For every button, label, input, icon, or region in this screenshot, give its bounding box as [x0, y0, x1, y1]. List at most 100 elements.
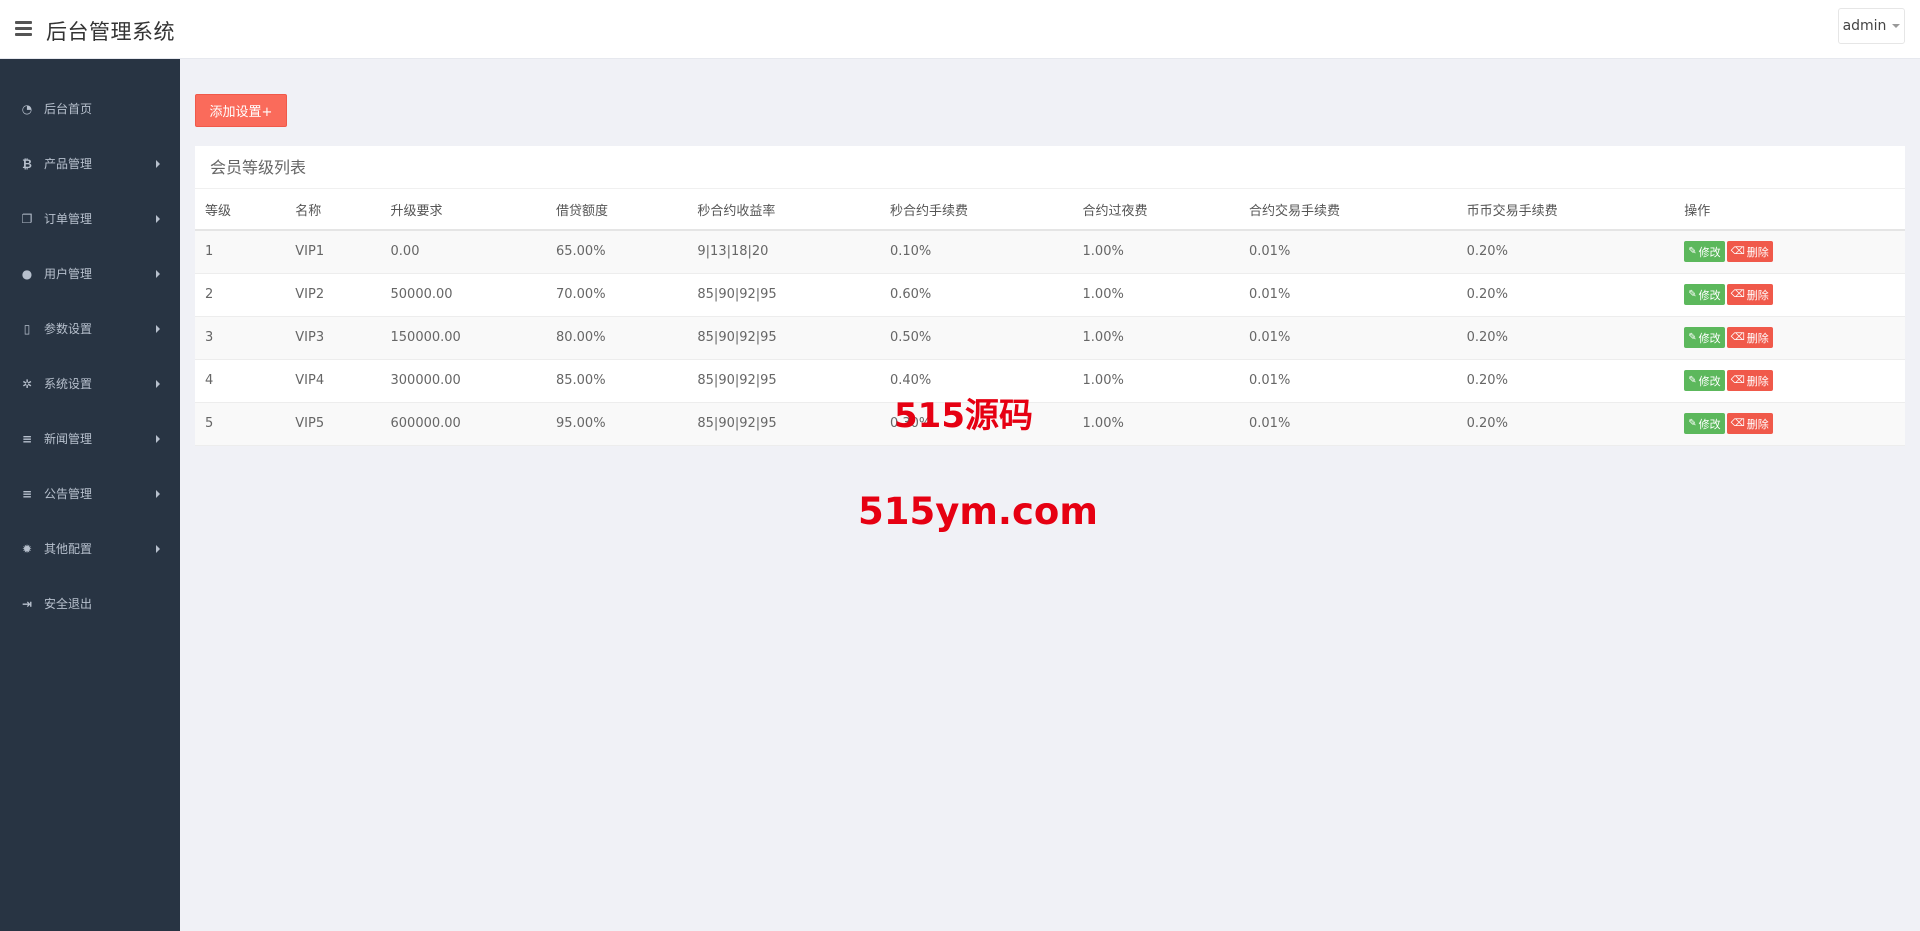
table-cell: 0.01%	[1239, 230, 1457, 274]
table-row: 1 VIP1 0.00 65.00% 9|13|18|20 0.10% 1.00% 0.01%…	[195, 230, 1905, 274]
column-header: 等级	[195, 189, 286, 231]
file-icon: ▯	[23, 321, 31, 336]
sidebar-item-label: 公告管理	[44, 487, 93, 501]
sidebar: ◔ 后台首页 ₿ 产品管理 ❐ 订单管理 ● 用户管理 ▯ 参数设置 ✲ 系统设置 ≡ 新闻管理 ≡ 公告管理…	[0, 59, 180, 931]
watermark-url: 515ym.com	[858, 490, 1098, 533]
delete-label: 删除	[1746, 331, 1769, 345]
column-header: 合约过夜费	[1072, 189, 1239, 231]
delete-button[interactable]: ⌫ 删除	[1726, 284, 1773, 305]
table-cell: 150000.00	[380, 316, 546, 360]
column-header: 合约交易手续费	[1239, 189, 1457, 231]
panel-title: 会员等级列表	[195, 146, 1905, 189]
trash-icon: ⌫	[1730, 418, 1745, 429]
edit-label: 修改	[1698, 417, 1721, 431]
delete-button[interactable]: ⌫ 删除	[1726, 413, 1773, 434]
edit-label: 修改	[1698, 245, 1721, 259]
delete-button[interactable]: ⌫ 删除	[1726, 370, 1773, 391]
table-header-row: 等级 名称 升级要求 借贷额度 秒合约收益率 秒合约手续费 合约过夜费 合约交易手续费 币币交易…	[195, 189, 1905, 231]
sidebar-item-label: 后台首页	[44, 102, 93, 116]
sidebar-item-label: 其他配置	[44, 542, 93, 556]
sidebar-item-5[interactable]: ✲ 系统设置	[0, 356, 180, 411]
table-cell: 3	[195, 316, 286, 360]
delete-button[interactable]: ⌫ 删除	[1726, 327, 1773, 348]
table-cell: 85|90|92|95	[687, 359, 880, 403]
edit-button[interactable]: ✎ 修改	[1684, 327, 1725, 348]
edit-label: 修改	[1698, 288, 1721, 302]
caret-right-icon	[156, 435, 160, 443]
table-cell: 85|90|92|95	[687, 316, 880, 360]
edit-button[interactable]: ✎ 修改	[1684, 370, 1725, 391]
add-setting-button[interactable]: 添加设置+	[195, 94, 287, 127]
table-cell: VIP5	[285, 402, 381, 446]
member-level-table: 等级 名称 升级要求 借贷额度 秒合约收益率 秒合约手续费 合约过夜费 合约交易手续费 币币交易…	[195, 189, 1905, 446]
sidebar-item-7[interactable]: ≡ 公告管理	[0, 466, 180, 521]
sidebar-item-8[interactable]: ✹ 其他配置	[0, 521, 180, 576]
table-cell: 1	[195, 230, 286, 274]
table-cell: 9|13|18|20	[687, 230, 880, 274]
table-cell: 0.50%	[879, 316, 1073, 360]
app-title: 后台管理系统	[46, 20, 175, 44]
table-cell: 1.00%	[1072, 230, 1239, 274]
member-level-panel: 会员等级列表 等级 名称 升级要求 借贷额度 秒合约收益率 秒合约手续费 合约过夜费 合约交易…	[195, 146, 1905, 446]
trash-icon: ⌫	[1730, 375, 1745, 386]
table-row: 3 VIP3 150000.00 80.00% 85|90|92|95 0.50% 1.00…	[195, 316, 1905, 360]
sidebar-item-0[interactable]: ◔ 后台首页	[0, 81, 180, 136]
delete-button[interactable]: ⌫ 删除	[1726, 241, 1773, 263]
watermark-text: 515源码	[894, 396, 1033, 436]
sidebar-item-label: 参数设置	[44, 322, 93, 336]
caret-down-icon	[1892, 24, 1901, 28]
table-cell: 65.00%	[545, 230, 688, 274]
table-cell: 4	[195, 359, 286, 403]
caret-right-icon	[156, 270, 160, 278]
table-cell: VIP4	[285, 359, 381, 403]
table-cell: 1.00%	[1072, 316, 1239, 360]
sidebar-item-label: 产品管理	[44, 157, 93, 171]
column-header: 秒合约收益率	[687, 189, 880, 231]
delete-label: 删除	[1746, 245, 1769, 259]
table-cell: 85|90|92|95	[687, 402, 880, 446]
sidebar-item-3[interactable]: ● 用户管理	[0, 246, 180, 301]
sidebar-item-label: 新闻管理	[44, 432, 93, 446]
table-cell: VIP3	[285, 316, 381, 360]
top-header: 后台管理系统 admin	[0, 0, 1920, 59]
user-dropdown[interactable]: admin	[1838, 8, 1905, 44]
menu-toggle-icon[interactable]	[15, 21, 32, 36]
table-cell: 5	[195, 402, 286, 446]
actions-cell: ✎ 修改 ⌫ 删除	[1674, 230, 1905, 274]
table-row: 2 VIP2 50000.00 70.00% 85|90|92|95 0.60% 1.00%…	[195, 273, 1905, 317]
table-cell: 0.10%	[879, 230, 1073, 274]
table-cell: 0.01%	[1239, 273, 1457, 317]
actions-cell: ✎ 修改 ⌫ 删除	[1674, 273, 1905, 317]
sidebar-item-6[interactable]: ≡ 新闻管理	[0, 411, 180, 466]
table-cell: 85|90|92|95	[687, 273, 880, 317]
sidebar-item-9[interactable]: ⇥ 安全退出	[0, 576, 180, 631]
actions-cell: ✎ 修改 ⌫ 删除	[1674, 316, 1905, 360]
edit-button[interactable]: ✎ 修改	[1684, 413, 1725, 434]
trash-icon: ⌫	[1730, 289, 1745, 300]
edit-button[interactable]: ✎ 修改	[1684, 241, 1725, 263]
actions-cell: ✎ 修改 ⌫ 删除	[1674, 359, 1905, 403]
sidebar-item-label: 安全退出	[44, 597, 93, 611]
sidebar-item-1[interactable]: ₿ 产品管理	[0, 136, 180, 191]
table-cell: 0.20%	[1456, 402, 1675, 446]
pencil-icon: ✎	[1688, 418, 1697, 429]
edit-button[interactable]: ✎ 修改	[1684, 284, 1725, 305]
pencil-icon: ✎	[1688, 375, 1697, 386]
table-cell: 0.00	[380, 230, 546, 274]
column-header: 升级要求	[380, 189, 546, 231]
table-cell: 0.20%	[1456, 316, 1675, 360]
table-cell: 50000.00	[380, 273, 546, 317]
table-row: 5 VIP5 600000.00 95.00% 85|90|92|95 0.30% 1.00…	[195, 402, 1905, 446]
gear-icon: ✹	[21, 541, 33, 556]
user-name: admin	[1842, 18, 1887, 34]
sign-out-icon: ⇥	[21, 596, 33, 611]
column-header: 操作	[1674, 189, 1905, 231]
table-body: 1 VIP1 0.00 65.00% 9|13|18|20 0.10% 1.00% 0.01%…	[195, 230, 1905, 446]
table-cell: 0.01%	[1239, 402, 1457, 446]
edit-label: 修改	[1698, 374, 1721, 388]
caret-right-icon	[156, 215, 160, 223]
sidebar-item-2[interactable]: ❐ 订单管理	[0, 191, 180, 246]
sidebar-item-label: 订单管理	[44, 212, 93, 226]
table-cell: VIP1	[285, 230, 381, 274]
sidebar-item-4[interactable]: ▯ 参数设置	[0, 301, 180, 356]
